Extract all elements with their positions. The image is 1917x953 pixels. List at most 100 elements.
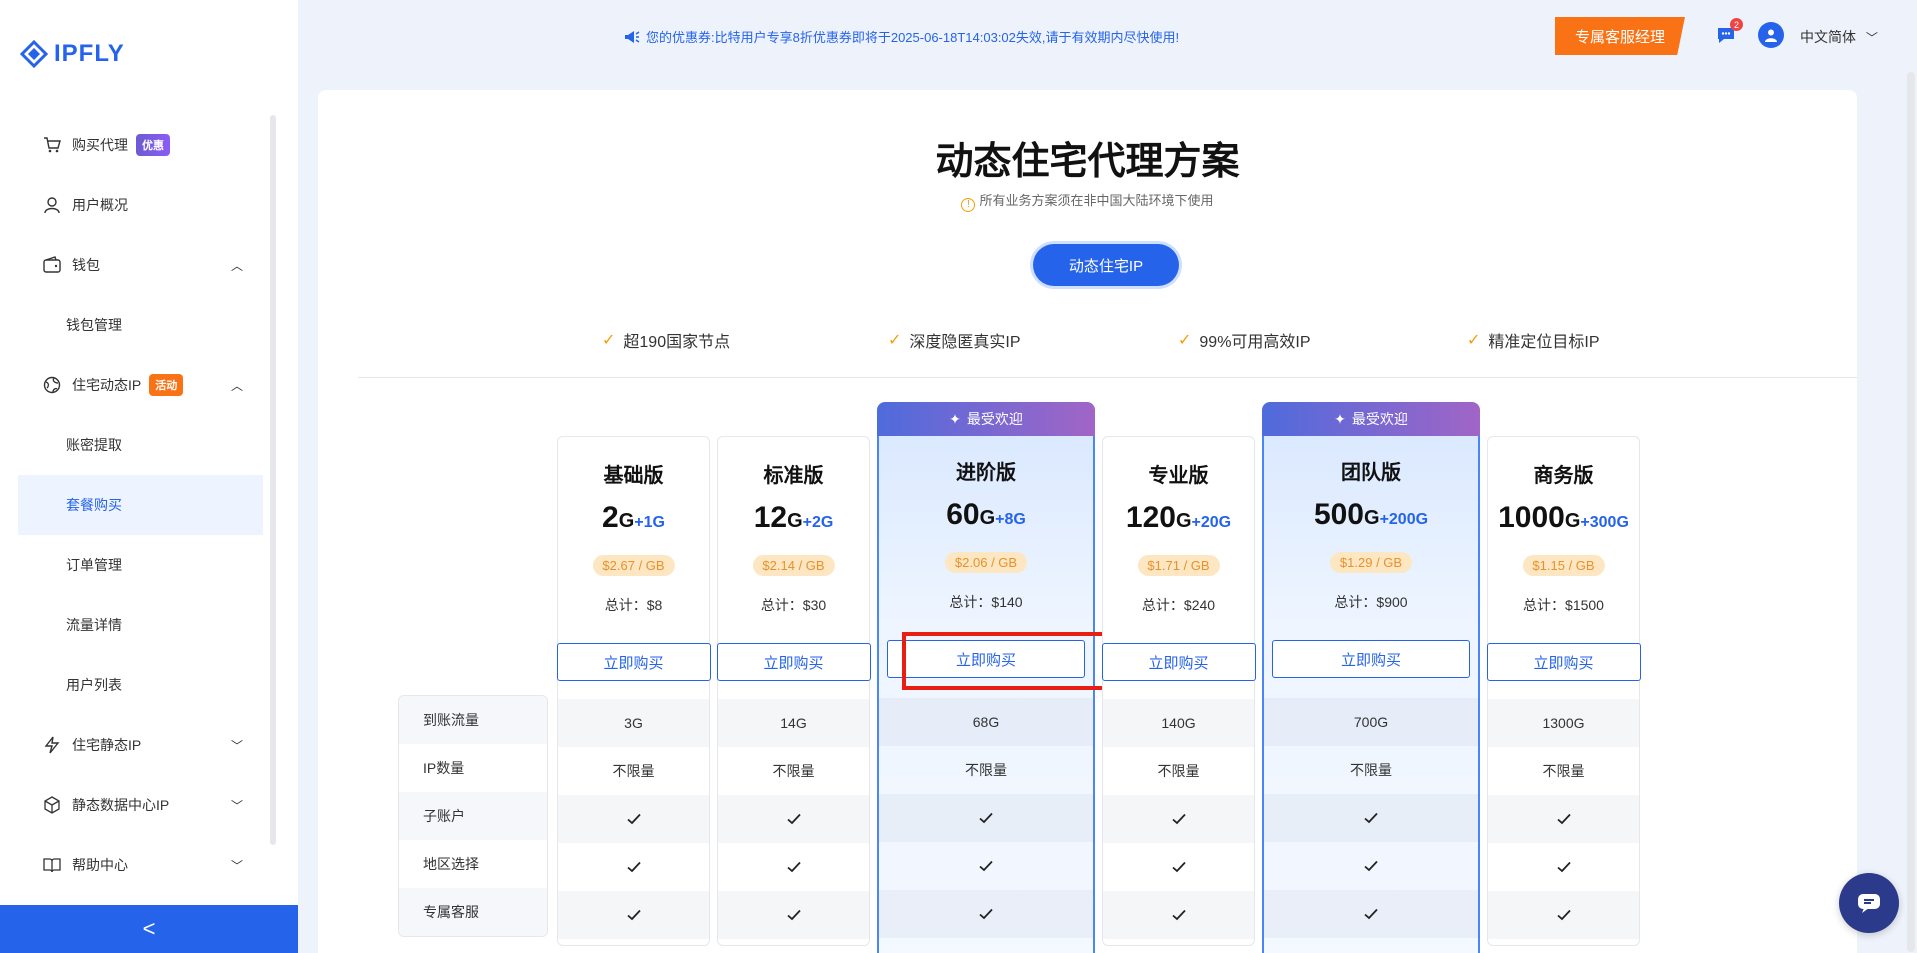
sidebar-item-5[interactable]: 住宅动态IP 活动 ︿ <box>18 355 263 415</box>
coupon-notice: 您的优惠券:比特用户专享8折优惠券即将于2025-06-18T14:03:02失… <box>624 27 1179 46</box>
sparkle-icon: ✦ <box>949 410 961 427</box>
check-icon: ✓ <box>1467 332 1481 349</box>
row-labels: 到账流量 IP数量 子账户 地区选择 专属客服 <box>398 695 548 937</box>
language-selector[interactable]: 中文简体 ﹀ <box>1800 27 1878 47</box>
plan-column: 商务版 1000G+300G $1.15 / GB 总计：$1500 立即购买 1300G… <box>1486 436 1641 946</box>
plan-unit-price: $2.14 / GB <box>752 555 835 576</box>
table-cell: 700G <box>1264 698 1478 746</box>
sidebar-item-label: 住宅静态IP <box>72 737 142 753</box>
logo[interactable]: IPFLY <box>20 40 125 68</box>
buy-now-button[interactable]: 立即购买 <box>1101 643 1256 681</box>
sidebar-item-1[interactable]: 购买代理 优惠 <box>18 115 263 175</box>
plan-unit: G <box>1364 507 1380 529</box>
chevron-down-icon: ﹀ <box>230 858 243 873</box>
plan-traffic: 12G+2G <box>718 501 869 535</box>
check-icon <box>718 843 869 891</box>
plan-base-amount: 1000 <box>1498 501 1565 534</box>
check-icon <box>558 795 709 843</box>
book-icon <box>42 855 62 875</box>
plan-traffic: 2G+1G <box>558 501 709 535</box>
sidebar-item-2[interactable]: 用户概况 <box>18 175 263 235</box>
sidebar-item-10[interactable]: 用户列表 <box>18 655 263 715</box>
plan-unit: G <box>1175 510 1192 532</box>
plan-unit: G <box>618 510 635 532</box>
sidebar-scrollbar[interactable] <box>270 115 276 845</box>
plan-unit-price: $1.15 / GB <box>1522 555 1605 576</box>
plan-name: 进阶版 <box>956 462 1016 484</box>
row-label: IP数量 <box>423 760 465 776</box>
buy-now-button[interactable]: 立即购买 <box>1272 640 1470 678</box>
most-popular-tag: ✦ 最受欢迎 <box>1262 402 1480 436</box>
buy-now-button[interactable]: 立即购买 <box>556 643 711 681</box>
plan-column: 团队版 500G+200G $1.29 / GB 总计：$900 立即购买 700G 不限量 <box>1262 436 1480 953</box>
sidebar-item-3[interactable]: 钱包 ︿ <box>18 235 263 295</box>
most-popular-tag: ✦ 最受欢迎 <box>877 402 1095 436</box>
tab-dynamic-residential-ip[interactable]: 动态住宅IP <box>1033 244 1179 286</box>
plan-column: 基础版 2G+1G $2.67 / GB 总计：$8 立即购买 3G 不限量 <box>556 436 711 946</box>
check-icon <box>1264 842 1478 890</box>
table-cell: 140G <box>1103 699 1254 747</box>
plan-total: 总计：$8 <box>604 597 663 613</box>
message-count-badge: 2 <box>1730 18 1743 31</box>
sidebar-item-6[interactable]: 账密提取 <box>18 415 263 475</box>
sidebar-item-11[interactable]: 住宅静态IP ﹀ <box>18 715 263 775</box>
plan-unit: G <box>1564 510 1581 532</box>
pricing-card: 动态住宅代理方案 ! 所有业务方案须在非中国大陆环境下使用 动态住宅IP ✓ 超19… <box>318 90 1857 953</box>
avatar[interactable] <box>1758 22 1784 48</box>
sidebar-item-8[interactable]: 订单管理 <box>18 535 263 595</box>
check-icon <box>879 794 1093 842</box>
sidebar-item-label: 购买代理 <box>72 137 128 153</box>
check-icon <box>1488 891 1639 939</box>
sidebar-item-label: 订单管理 <box>66 557 122 573</box>
check-icon <box>1488 843 1639 891</box>
account-manager-button[interactable]: 专属客服经理 <box>1555 17 1685 55</box>
sidebar-item-9[interactable]: 流量详情 <box>18 595 263 655</box>
chat-icon <box>1858 894 1880 913</box>
sidebar-item-label: 住宅动态IP <box>72 377 142 393</box>
plan-feature-rows: 140G 不限量 <box>1103 699 1254 939</box>
sidebar-item-label: 静态数据中心IP <box>72 797 170 813</box>
sidebar-item-label: 流量详情 <box>66 617 122 633</box>
feature-item: ✓ 深度隐匿真实IP <box>888 328 1021 352</box>
page-title: 动态住宅代理方案 <box>935 141 1240 183</box>
usage-notice: ! 所有业务方案须在非中国大陆环境下使用 <box>318 190 1857 212</box>
topbar: 您的优惠券:比特用户专享8折优惠券即将于2025-06-18T14:03:02失… <box>298 0 1917 72</box>
plan-feature-rows: 68G 不限量 <box>879 698 1093 938</box>
sidebar-item-7[interactable]: 套餐购买 <box>18 475 263 535</box>
chat-button[interactable] <box>1839 873 1899 933</box>
table-cell: 14G <box>718 699 869 747</box>
account-manager-label: 专属客服经理 <box>1574 28 1665 46</box>
plan-feature-rows: 1300G 不限量 <box>1488 699 1639 939</box>
check-icon <box>1103 891 1254 939</box>
row-label: 子账户 <box>399 792 547 840</box>
page-scrollbar[interactable] <box>1907 72 1915 952</box>
plan-name: 基础版 <box>603 465 664 487</box>
plan-base-amount: 500 <box>1313 498 1364 531</box>
chevron-down-icon: ﹀ <box>230 738 243 753</box>
most-popular-label: 最受欢迎 <box>966 411 1023 427</box>
table-cell: 不限量 <box>1542 763 1585 779</box>
sidebar-item-4[interactable]: 钱包管理 <box>18 295 263 355</box>
buy-now-button[interactable]: 立即购买 <box>716 643 871 681</box>
sidebar-item-label: 用户列表 <box>66 677 122 693</box>
plan-bonus: +2G <box>802 514 834 531</box>
table-cell: 1300G <box>1488 699 1639 747</box>
plan-base-amount: 120 <box>1125 501 1176 534</box>
chevron-down-icon: ﹀ <box>1865 31 1878 45</box>
check-icon <box>879 890 1093 938</box>
plan-unit-price: $2.67 / GB <box>592 555 675 576</box>
plan-bonus: +8G <box>995 511 1026 528</box>
check-icon: ✓ <box>1178 332 1192 349</box>
buy-now-button[interactable]: 立即购买 <box>1486 643 1641 681</box>
plan-traffic: 120G+20G <box>1103 501 1254 535</box>
plan-unit: G <box>787 510 803 532</box>
plan-unit-price: $1.29 / GB <box>1329 552 1413 573</box>
sidebar-item-12[interactable]: 静态数据中心IP ﹀ <box>18 775 263 835</box>
promo-badge: 活动 <box>149 374 184 396</box>
feature-item: ✓ 超190国家节点 <box>602 328 730 352</box>
collapse-sidebar-button[interactable]: < <box>0 905 298 953</box>
sidebar-item-13[interactable]: 帮助中心 ﹀ <box>18 835 263 895</box>
plan-total: 总计：$1500 <box>1523 597 1604 613</box>
check-icon <box>718 891 869 939</box>
plan-unit: G <box>979 507 996 529</box>
